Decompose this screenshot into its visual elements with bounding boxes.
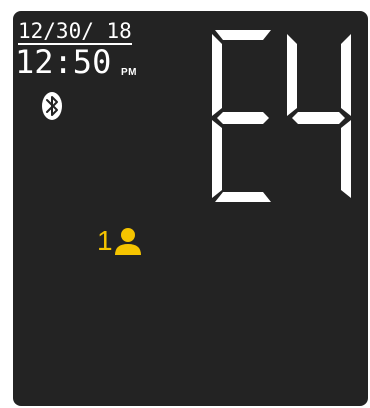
seven-segment-e4 <box>212 30 351 202</box>
date-display: 12/30/ 18 <box>18 19 132 45</box>
user-icon <box>114 228 141 255</box>
time-display: 12:50 <box>15 43 112 81</box>
lcd-screen: 12/30/ 18 12:50 PM E4 <box>13 11 368 406</box>
user-indicator: 1 <box>97 223 143 259</box>
bluetooth-icon <box>42 92 62 120</box>
error-code-display: E4 <box>209 26 359 206</box>
ampm-indicator: PM <box>121 67 137 78</box>
user-number: 1 <box>97 225 113 256</box>
